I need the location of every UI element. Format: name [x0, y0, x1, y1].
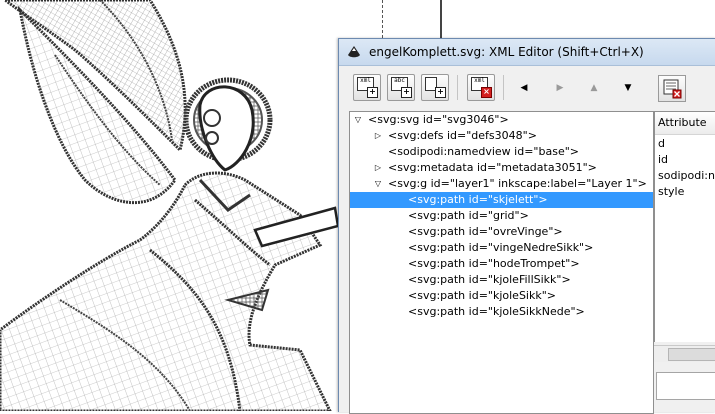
attribute-row[interactable]: id — [658, 152, 668, 168]
tree-node[interactable]: <svg:path id="kjoleFillSikk"> — [350, 272, 653, 288]
tree-node[interactable]: ▷ <svg:defs id="defs3048"> — [350, 128, 653, 144]
tree-node[interactable]: ▷ <svg:metadata id="metadata3051"> — [350, 160, 653, 176]
tree-node[interactable]: <svg:path id="ovreVinge"> — [350, 224, 653, 240]
guide-line — [440, 0, 442, 42]
toolbar-separator — [503, 75, 504, 100]
attribute-list[interactable]: Attribute d id sodipodi:n style — [654, 111, 715, 342]
plus-icon: + — [367, 87, 378, 98]
tree-node-label: <svg:path id="vingeNedreSikk"> — [408, 241, 594, 254]
tree-node[interactable]: ▽ <svg:g id="layer1" inkscape:label="Lay… — [350, 176, 653, 192]
tree-node-label: <svg:metadata id="metadata3051"> — [388, 161, 597, 174]
duplicate-node-button[interactable]: + — [421, 74, 449, 101]
tree-node[interactable]: ▽ <svg:svg id="svg3046"> — [350, 112, 653, 128]
delete-attribute-icon — [663, 79, 682, 99]
raise-node-button[interactable]: ▲ — [587, 81, 601, 95]
tree-node-label: <svg:defs id="defs3048"> — [388, 129, 537, 142]
tree-node[interactable]: <svg:path id="grid"> — [350, 208, 653, 224]
collapse-triangle-icon[interactable]: ▽ — [353, 112, 363, 128]
delete-node-button[interactable]: xml × — [467, 74, 495, 101]
delete-x-icon: × — [481, 87, 492, 98]
tree-node-label: <svg:path id="hodeTrompet"> — [408, 257, 580, 270]
lower-node-button[interactable]: ▼ — [621, 81, 635, 95]
tree-node[interactable]: <svg:path id="hodeTrompet"> — [350, 256, 653, 272]
window-title: engelKomplett.svg: XML Editor (Shift+Ctr… — [369, 45, 644, 59]
window-titlebar[interactable]: engelKomplett.svg: XML Editor (Shift+Ctr… — [339, 39, 715, 66]
tree-node-label: <svg:g id="layer1" inkscape:label="Layer… — [388, 177, 647, 190]
plus-icon: + — [401, 87, 412, 98]
guide-line — [382, 0, 383, 38]
attribute-row[interactable]: style — [658, 184, 684, 200]
attribute-row[interactable]: sodipodi:n — [658, 168, 715, 184]
tree-node-label: <svg:path id="kjoleFillSikk"> — [408, 273, 571, 286]
tree-node-label: <svg:path id="kjoleSikkNede"> — [408, 305, 585, 318]
tree-node-label: <svg:path id="ovreVinge"> — [408, 225, 563, 238]
horizontal-scrollbar[interactable] — [654, 345, 715, 362]
tree-node-label: <svg:path id="kjoleSikk"> — [408, 289, 557, 302]
tree-node[interactable]: <svg:path id="vingeNedreSikk"> — [350, 240, 653, 256]
attribute-panel: Attribute d id sodipodi:n style — [654, 66, 715, 412]
angel-artwork — [0, 0, 340, 411]
xml-editor-window: engelKomplett.svg: XML Editor (Shift+Ctr… — [338, 38, 715, 414]
tree-node-label: <svg:path id="grid"> — [408, 209, 529, 222]
inkscape-icon — [348, 46, 360, 58]
unindent-node-button[interactable]: ◀ — [517, 81, 531, 95]
tree-node-label: <svg:path id="skjelett"> — [408, 193, 548, 206]
attribute-row[interactable]: d — [658, 136, 665, 152]
new-text-node-button[interactable]: abc + — [387, 74, 415, 101]
tree-node[interactable]: <sodipodi:namedview id="base"> — [350, 144, 653, 160]
tree-node[interactable]: <svg:path id="kjoleSikk"> — [350, 288, 653, 304]
tree-node-selected[interactable]: <svg:path id="skjelett"> — [350, 192, 653, 208]
expand-triangle-icon[interactable]: ▷ — [373, 128, 383, 144]
attribute-column-header[interactable]: Attribute — [655, 112, 715, 135]
toolbar-separator — [457, 75, 458, 100]
xml-toolbar: xml + abc + + xml × ◀ ▶ ▲ ▼ — [339, 66, 654, 106]
tree-node-label: <sodipodi:namedview id="base"> — [388, 145, 579, 158]
indent-node-button[interactable]: ▶ — [553, 81, 567, 95]
tree-node[interactable]: <svg:path id="kjoleSikkNede"> — [350, 304, 653, 320]
scrollbar-thumb[interactable] — [668, 348, 715, 361]
tree-node-label: <svg:svg id="svg3046"> — [368, 113, 509, 126]
delete-attribute-button[interactable] — [658, 75, 686, 102]
xml-node-tree[interactable]: ▽ <svg:svg id="svg3046"> ▷ <svg:defs id=… — [349, 111, 654, 414]
attribute-value-field[interactable] — [656, 372, 715, 400]
expand-triangle-icon[interactable]: ▷ — [373, 160, 383, 176]
new-element-node-button[interactable]: xml + — [353, 74, 381, 101]
plus-icon: + — [435, 87, 446, 98]
collapse-triangle-icon[interactable]: ▽ — [373, 176, 383, 192]
